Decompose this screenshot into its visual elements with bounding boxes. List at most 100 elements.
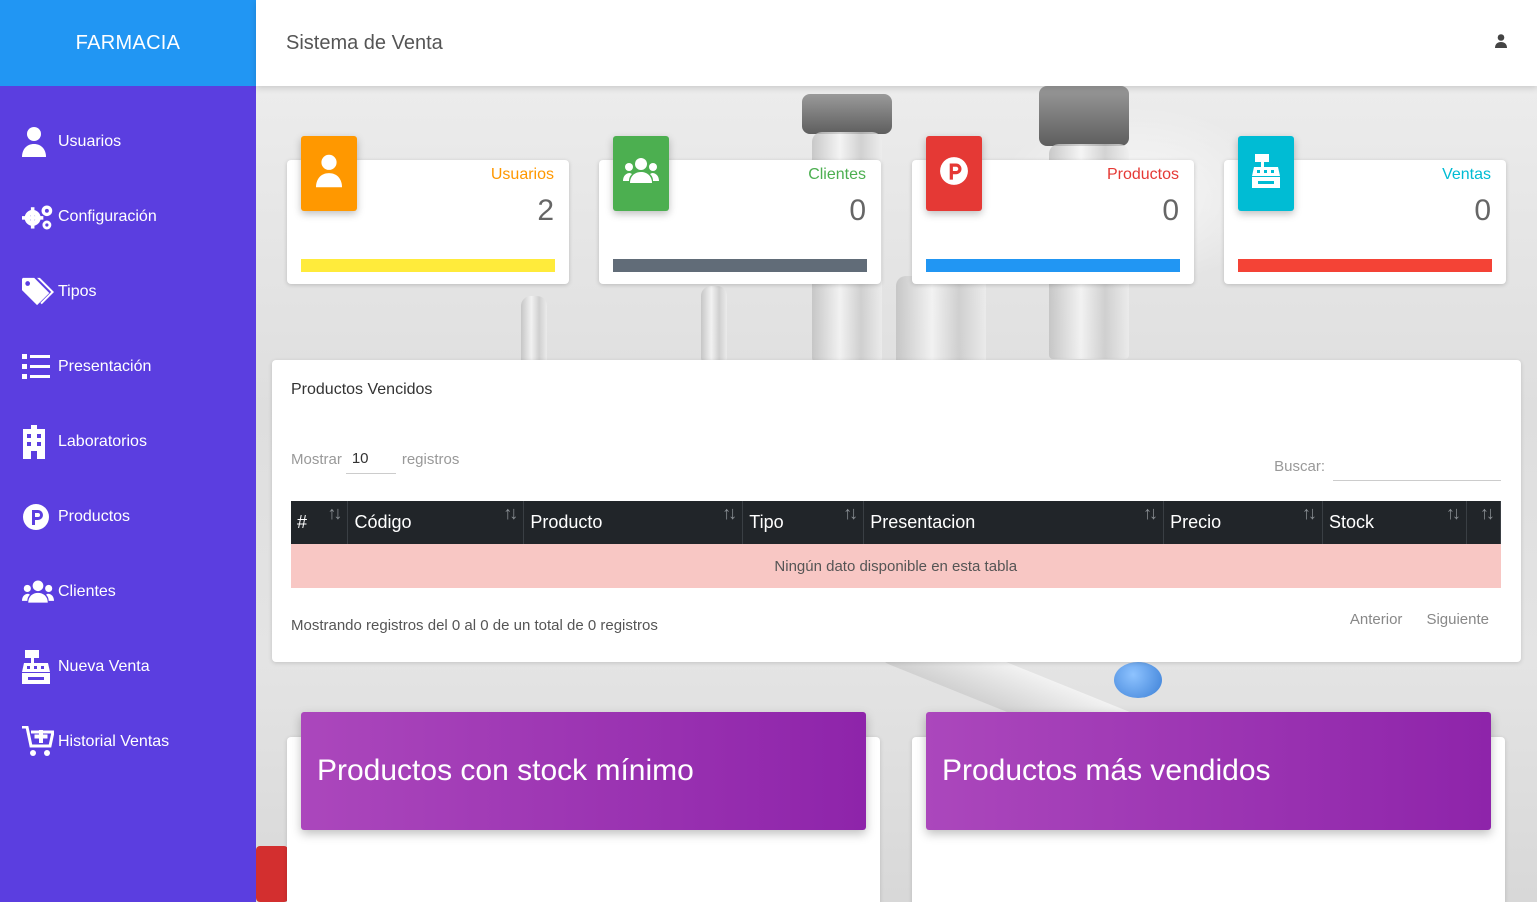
vial-cap xyxy=(1039,86,1129,146)
column-header-label: Producto xyxy=(530,512,603,532)
cash-register-icon xyxy=(22,649,54,685)
sidebar-item-presentacion[interactable]: Presentación xyxy=(0,329,256,404)
sidebar-item-historial-ventas[interactable]: Historial Ventas xyxy=(0,704,256,779)
next-button[interactable]: Siguiente xyxy=(1426,611,1489,628)
users-icon xyxy=(22,574,54,610)
sort-icon: ↑↓ xyxy=(1480,503,1495,523)
column-header-producto[interactable]: Producto ↑↓ xyxy=(523,501,744,544)
column-header-label: Presentacion xyxy=(870,512,976,532)
column-header-label: # xyxy=(297,512,308,532)
column-header-stock[interactable]: Stock ↑↓ xyxy=(1322,501,1467,544)
panel-title: Productos Vencidos xyxy=(291,381,433,398)
stat-value: 2 xyxy=(537,194,554,227)
stat-label: Productos xyxy=(1106,166,1179,183)
building-icon xyxy=(22,424,54,460)
column-header-codigo[interactable]: Código ↑↓ xyxy=(347,501,525,544)
cash-register-icon xyxy=(1252,154,1280,193)
sidebar-item-label: Configuración xyxy=(58,207,157,225)
length-select[interactable]: 10 xyxy=(345,450,396,474)
product-p-icon xyxy=(939,156,969,191)
sort-icon: ↑↓ xyxy=(503,503,518,523)
cart-plus-icon xyxy=(22,724,54,760)
sidebar-item-nueva-venta[interactable]: Nueva Venta xyxy=(0,629,256,704)
stat-label: Clientes xyxy=(808,166,866,183)
pagination: Anterior Siguiente xyxy=(1350,611,1489,628)
column-header-presentacion[interactable]: Presentacion ↑↓ xyxy=(863,501,1165,544)
sort-icon: ↑↓ xyxy=(722,503,737,523)
gears-icon xyxy=(22,199,54,235)
table-length-control: Mostrar 10 registros xyxy=(291,450,459,474)
sidebar-item-label: Clientes xyxy=(58,582,116,600)
column-header-extra[interactable]: ↑↓ xyxy=(1466,501,1502,544)
stat-value: 0 xyxy=(1162,194,1179,227)
page-title: Sistema de Venta xyxy=(286,31,443,54)
table-search: Buscar: xyxy=(1274,451,1501,481)
ampoule xyxy=(521,296,547,366)
empty-table-message: Ningún dato disponible en esta tabla xyxy=(291,544,1501,588)
red-vial xyxy=(256,846,288,902)
card-header: Productos con stock mínimo xyxy=(301,712,866,830)
column-header-label: Stock xyxy=(1329,512,1375,532)
product-p-icon xyxy=(22,499,54,535)
sidebar: FARMACIA Usuarios Configuración Tipos Pr… xyxy=(0,0,256,902)
users-icon xyxy=(623,157,659,190)
stat-card-clientes[interactable]: Clientes 0 xyxy=(599,136,881,284)
stat-badge xyxy=(1238,136,1294,211)
search-input[interactable] xyxy=(1333,451,1501,481)
column-header-label: Código xyxy=(354,512,412,532)
user-icon[interactable] xyxy=(1495,33,1507,53)
sort-icon: ↑↓ xyxy=(327,503,342,523)
sidebar-item-usuarios[interactable]: Usuarios xyxy=(0,104,256,179)
sidebar-nav: Usuarios Configuración Tipos Presentació… xyxy=(0,86,256,779)
column-header-tipo[interactable]: Tipo ↑↓ xyxy=(742,501,865,544)
stat-label: Ventas xyxy=(1442,166,1491,183)
table-info: Mostrando registros del 0 al 0 de un tot… xyxy=(291,617,658,634)
brand-logo[interactable]: FARMACIA xyxy=(0,0,256,86)
stat-label: Usuarios xyxy=(490,166,554,183)
column-header-label: Tipo xyxy=(749,512,784,532)
stat-card-productos[interactable]: Productos 0 xyxy=(912,136,1194,284)
stat-bar xyxy=(301,259,555,272)
sort-icon: ↑↓ xyxy=(1302,503,1317,523)
sidebar-item-laboratorios[interactable]: Laboratorios xyxy=(0,404,256,479)
sidebar-item-label: Tipos xyxy=(58,282,97,300)
table-row: Ningún dato disponible en esta tabla xyxy=(291,544,1501,588)
sidebar-item-label: Historial Ventas xyxy=(58,732,170,750)
stat-card-usuarios[interactable]: Usuarios 2 xyxy=(287,136,569,284)
stat-bar xyxy=(1238,259,1492,272)
expired-products-table: # ↑↓ Código ↑↓ Producto ↑↓ Tipo ↑↓ Presentac… xyxy=(291,501,1502,588)
sidebar-item-configuracion[interactable]: Configuración xyxy=(0,179,256,254)
expired-products-panel: Productos Vencidos Mostrar 10 registros … xyxy=(272,360,1521,662)
vial xyxy=(896,276,986,366)
sidebar-item-tipos[interactable]: Tipos xyxy=(0,254,256,329)
column-header-label: Precio xyxy=(1170,512,1222,532)
stat-badge xyxy=(301,136,357,211)
column-header-number[interactable]: # ↑↓ xyxy=(291,501,349,544)
sidebar-item-label: Nueva Venta xyxy=(58,657,150,675)
previous-button[interactable]: Anterior xyxy=(1350,611,1403,628)
sidebar-item-label: Productos xyxy=(58,507,131,525)
sidebar-item-label: Laboratorios xyxy=(58,432,147,450)
user-icon xyxy=(316,153,342,194)
stat-card-ventas[interactable]: Ventas 0 xyxy=(1224,136,1506,284)
column-header-precio[interactable]: Precio ↑↓ xyxy=(1163,501,1324,544)
sidebar-item-clientes[interactable]: Clientes xyxy=(0,554,256,629)
stat-value: 0 xyxy=(1474,194,1491,227)
sort-icon: ↑↓ xyxy=(1143,503,1158,523)
sort-icon: ↑↓ xyxy=(843,503,858,523)
stat-bar xyxy=(613,259,867,272)
search-label: Buscar: xyxy=(1274,458,1325,475)
top-selling-card: Productos más vendidos xyxy=(912,712,1505,902)
sidebar-item-productos[interactable]: Productos xyxy=(0,479,256,554)
sidebar-item-label: Presentación xyxy=(58,357,152,375)
sort-icon: ↑↓ xyxy=(1445,503,1461,523)
length-prefix: Mostrar xyxy=(291,451,342,468)
top-bar: Sistema de Venta xyxy=(256,0,1537,86)
stat-badge xyxy=(926,136,982,211)
stat-bar xyxy=(926,259,1180,272)
stat-badge xyxy=(613,136,669,211)
pill xyxy=(1114,662,1162,698)
stat-value: 0 xyxy=(849,194,866,227)
tags-icon xyxy=(22,274,54,310)
length-suffix: registros xyxy=(401,451,460,468)
